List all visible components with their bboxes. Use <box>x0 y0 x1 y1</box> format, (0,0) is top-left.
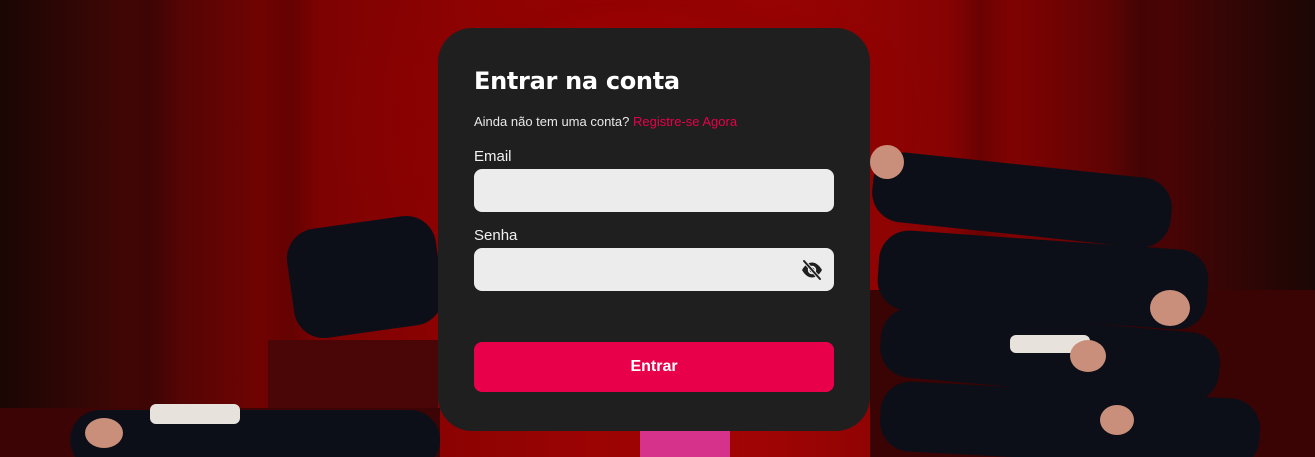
performer-face <box>1100 405 1134 435</box>
pink-cloth <box>640 428 730 457</box>
email-label: Email <box>474 148 512 165</box>
eye-off-icon[interactable] <box>800 259 824 281</box>
submit-button[interactable]: Entrar <box>474 342 834 392</box>
performer-face <box>85 418 123 448</box>
performer-shirt <box>150 404 240 424</box>
performer-face <box>1150 290 1190 326</box>
email-field[interactable] <box>474 169 834 212</box>
performer-figure <box>70 410 440 457</box>
stage-step <box>268 340 438 415</box>
password-label: Senha <box>474 227 518 244</box>
email-field-wrapper <box>474 169 834 212</box>
login-card: Entrar na conta Ainda não tem uma conta?… <box>438 28 870 431</box>
performer-face <box>1070 340 1106 372</box>
curtain-fold <box>120 0 180 457</box>
password-field-wrapper <box>474 248 834 291</box>
register-prompt-text: Ainda não tem uma conta? <box>474 114 630 129</box>
login-title: Entrar na conta <box>474 67 680 95</box>
performer-face <box>870 145 904 179</box>
register-link[interactable]: Registre-se Agora <box>633 114 737 129</box>
password-field[interactable] <box>474 248 834 291</box>
register-prompt: Ainda não tem uma conta? Registre-se Ago… <box>474 114 834 130</box>
performer-figure <box>283 212 447 342</box>
